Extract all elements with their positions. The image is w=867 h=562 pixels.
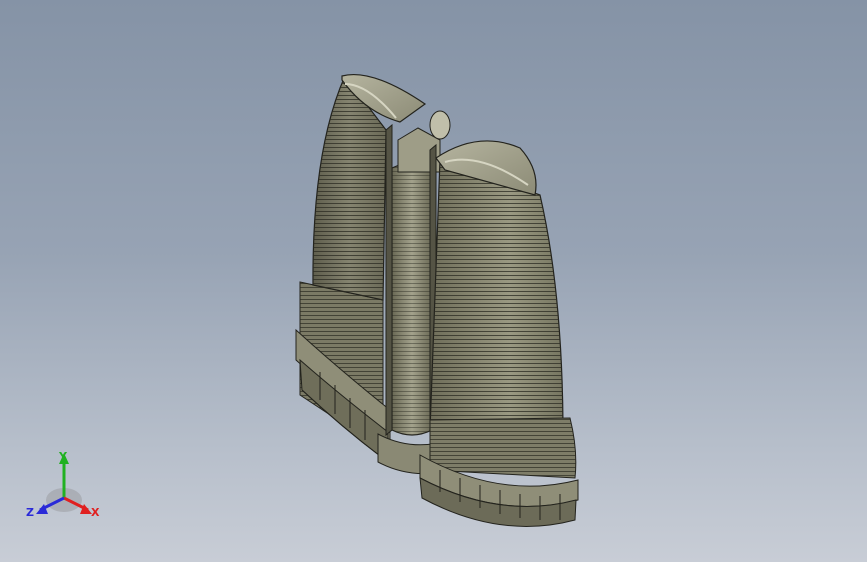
tower-right-wing bbox=[429, 140, 564, 431]
x-axis-label: X bbox=[91, 506, 100, 519]
orientation-triad[interactable]: Y X Z bbox=[22, 448, 106, 526]
podium-left bbox=[295, 281, 391, 463]
z-axis-label: Z bbox=[26, 506, 34, 519]
y-axis-label: Y bbox=[58, 450, 68, 463]
3d-model-tower[interactable] bbox=[0, 0, 867, 562]
graphics-viewport[interactable]: Y X Z bbox=[0, 0, 867, 562]
